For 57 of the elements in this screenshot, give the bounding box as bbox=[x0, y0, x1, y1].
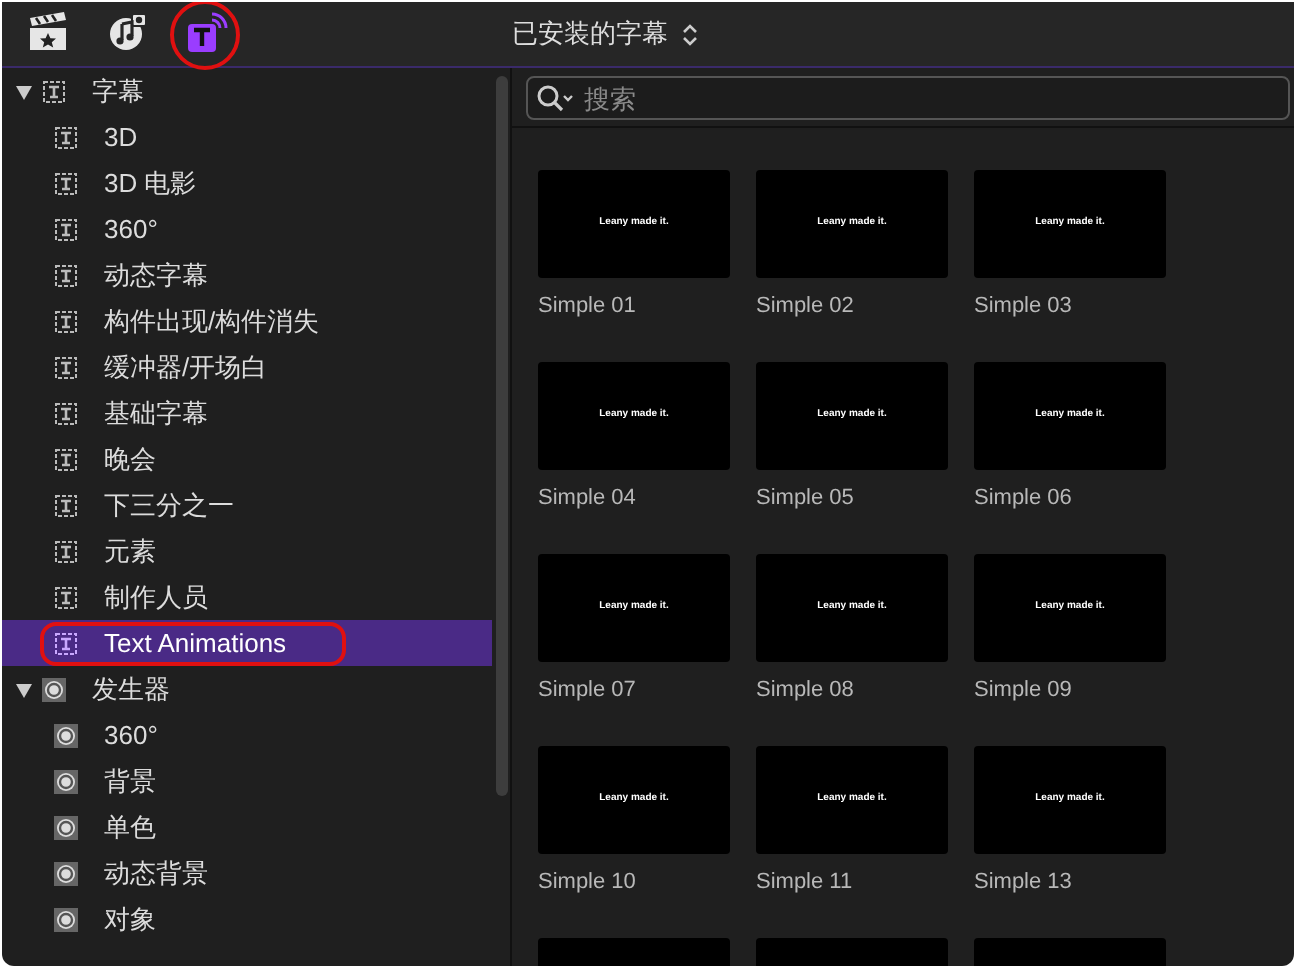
generator-icon bbox=[52, 767, 80, 795]
sidebar-item[interactable]: 晚会 bbox=[2, 436, 492, 482]
sidebar-item[interactable]: 360° bbox=[2, 712, 492, 758]
sidebar-group[interactable]: 字幕 bbox=[92, 71, 144, 111]
thumbnail-label: Simple 07 bbox=[538, 676, 638, 706]
sidebar-item[interactable]: 3D 电影 bbox=[2, 160, 492, 206]
thumbnail-label: Simple 05 bbox=[756, 484, 856, 514]
titles-icon bbox=[52, 583, 80, 611]
search-icon bbox=[536, 84, 574, 112]
thumbnail-label: Simple 13 bbox=[974, 868, 1074, 898]
sidebar-item[interactable]: 下三分之一 bbox=[2, 482, 492, 528]
sidebar-item[interactable]: 背景 bbox=[2, 758, 492, 804]
sidebar-item[interactable]: 对象 bbox=[2, 896, 492, 942]
generator-icon bbox=[40, 675, 68, 703]
thumbnail-label: Simple 08 bbox=[756, 676, 856, 706]
thumbnail-label: Simple 10 bbox=[538, 868, 638, 898]
thumbnail-label: Simple 09 bbox=[974, 676, 1074, 706]
scrollbar-thumb[interactable] bbox=[496, 76, 508, 796]
titles-icon bbox=[52, 491, 80, 519]
generator-icon bbox=[52, 905, 80, 933]
titles-icon bbox=[52, 123, 80, 151]
titles-icon bbox=[52, 261, 80, 289]
titles-icon bbox=[52, 307, 80, 335]
thumbnail-label: Simple 06 bbox=[974, 484, 1074, 514]
expanded-triangle-icon[interactable] bbox=[14, 679, 34, 699]
titles-icon bbox=[52, 445, 80, 473]
generator-icon bbox=[52, 859, 80, 887]
sidebar-item[interactable]: 缓冲器/开场白 bbox=[2, 344, 492, 390]
sidebar-item[interactable]: 3D bbox=[2, 114, 492, 160]
chevron-updown-icon bbox=[680, 21, 700, 47]
sidebar-item[interactable]: 制作人员 bbox=[2, 574, 492, 620]
thumbnail-label: Simple 02 bbox=[756, 292, 856, 322]
expanded-triangle-icon[interactable] bbox=[14, 81, 34, 101]
search-field[interactable]: 搜索 bbox=[526, 76, 1290, 120]
thumbnail-label: Simple 11 bbox=[756, 868, 855, 898]
library-title[interactable]: 已安装的字幕 bbox=[512, 14, 668, 54]
thumbnail-label: Simple 01 bbox=[538, 292, 638, 322]
sidebar-group[interactable]: 发生器 bbox=[92, 669, 170, 709]
titles-icon bbox=[52, 169, 80, 197]
sidebar-item[interactable]: 动态背景 bbox=[2, 850, 492, 896]
generator-icon bbox=[52, 813, 80, 841]
titles-icon bbox=[52, 399, 80, 427]
titles-icon bbox=[52, 215, 80, 243]
titles-icon bbox=[52, 353, 80, 381]
sidebar-item[interactable]: 构件出现/构件消失 bbox=[2, 298, 492, 344]
thumbnail-label: Simple 04 bbox=[538, 484, 638, 514]
titles-icon bbox=[40, 77, 68, 105]
sidebar-item[interactable]: 动态字幕 bbox=[2, 252, 492, 298]
thumbnail-label: Simple 03 bbox=[974, 292, 1074, 322]
sidebar-item[interactable]: 基础字幕 bbox=[2, 390, 492, 436]
titles-icon bbox=[52, 629, 80, 657]
sidebar-item[interactable]: 元素 bbox=[2, 528, 492, 574]
sidebar-item[interactable]: 360° bbox=[2, 206, 492, 252]
sidebar-item[interactable]: Text Animations bbox=[2, 620, 492, 666]
sidebar-item[interactable]: 单色 bbox=[2, 804, 492, 850]
titles-icon bbox=[52, 537, 80, 565]
generator-icon bbox=[52, 721, 80, 749]
